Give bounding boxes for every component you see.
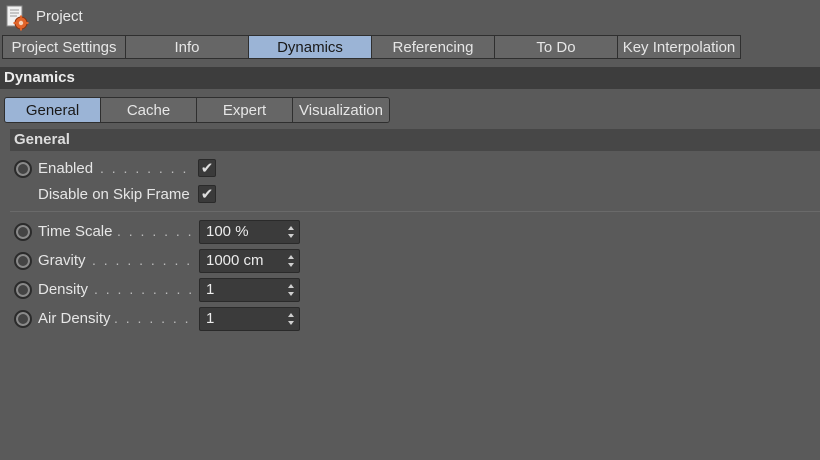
project-gear-icon	[5, 5, 29, 31]
window-title: Project	[36, 8, 83, 25]
stepper-arrows-icon[interactable]	[287, 254, 295, 268]
time-scale-label: Time Scale	[38, 223, 113, 240]
density-row: Density . . . . . . . . . . . . 1	[0, 278, 820, 302]
subtab-general[interactable]: General	[5, 98, 101, 122]
subtab-expert[interactable]: Expert	[197, 98, 293, 122]
disable-skip-frame-label: Disable on Skip Frame	[38, 186, 190, 203]
time-scale-input[interactable]: 100 %	[199, 220, 300, 244]
animate-radio-icon[interactable]	[14, 281, 32, 299]
time-scale-value: 100 %	[206, 223, 249, 240]
animate-radio-icon[interactable]	[14, 310, 32, 328]
enabled-row: Enabled . . . . . . . . . . . ✔	[0, 157, 820, 181]
time-scale-row: Time Scale . . . . . . . . . 100 %	[0, 220, 820, 244]
density-input[interactable]: 1	[199, 278, 300, 302]
stepper-arrows-icon[interactable]	[287, 283, 295, 297]
divider	[10, 211, 820, 212]
enabled-label: Enabled	[38, 160, 94, 177]
density-label: Density	[38, 281, 89, 298]
tab-referencing[interactable]: Referencing	[371, 35, 495, 59]
disable-skip-frame-row: Disable on Skip Frame ✔	[0, 183, 820, 207]
animate-radio-icon[interactable]	[14, 160, 32, 178]
air-density-value: 1	[206, 310, 215, 327]
stepper-arrows-icon[interactable]	[287, 225, 295, 239]
gravity-input[interactable]: 1000 cm	[199, 249, 300, 273]
enabled-checkbox[interactable]: ✔	[198, 159, 216, 177]
top-tab-bar: Project Settings Info Dynamics Referenci…	[2, 35, 741, 59]
title-bar: Project	[0, 0, 820, 34]
tab-key-interpolation[interactable]: Key Interpolation	[617, 35, 741, 59]
animate-radio-icon[interactable]	[14, 252, 32, 270]
leader-dots: . . . . . . . . .	[117, 223, 192, 239]
air-density-row: Air Density . . . . . . . . . . 1	[0, 307, 820, 331]
stepper-arrows-icon[interactable]	[287, 312, 295, 326]
sub-tab-bar: General Cache Expert Visualization	[4, 97, 390, 123]
subtab-visualization[interactable]: Visualization	[293, 98, 389, 122]
air-density-input[interactable]: 1	[199, 307, 300, 331]
group-title: General	[10, 129, 820, 151]
tab-to-do[interactable]: To Do	[494, 35, 618, 59]
subtab-cache[interactable]: Cache	[101, 98, 197, 122]
leader-dots: . . . . . . . . . . . .	[92, 252, 192, 268]
gravity-label: Gravity	[38, 252, 86, 269]
gravity-value: 1000 cm	[206, 252, 264, 269]
tab-info[interactable]: Info	[125, 35, 249, 59]
air-density-label: Air Density	[38, 310, 111, 327]
gravity-row: Gravity . . . . . . . . . . . . 1000 cm	[0, 249, 820, 273]
tab-dynamics[interactable]: Dynamics	[248, 35, 372, 59]
disable-skip-frame-checkbox[interactable]: ✔	[198, 185, 216, 203]
section-title: Dynamics	[0, 67, 820, 89]
leader-dots: . . . . . . . . . . . .	[94, 281, 192, 297]
tab-project-settings[interactable]: Project Settings	[2, 35, 126, 59]
animate-radio-icon[interactable]	[14, 223, 32, 241]
density-value: 1	[206, 281, 215, 298]
leader-dots: . . . . . . . . . . .	[100, 160, 192, 176]
leader-dots: . . . . . . . . . .	[114, 310, 192, 326]
